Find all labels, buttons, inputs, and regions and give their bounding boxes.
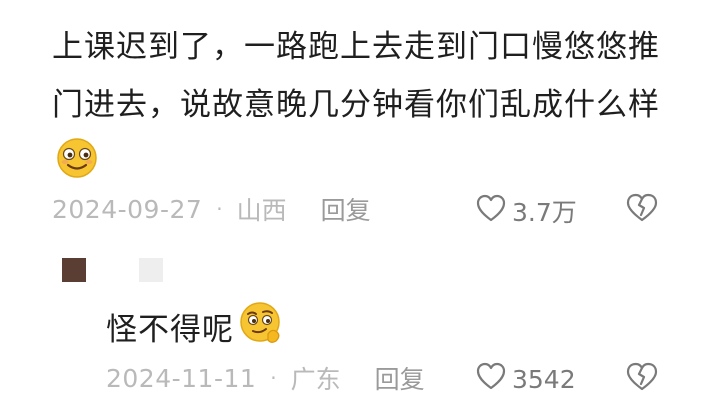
meta-separator: ·	[216, 197, 223, 221]
reply-text: 怪不得呢	[106, 312, 234, 348]
comment-location: 山西	[236, 196, 287, 225]
meta-separator: ·	[270, 366, 277, 390]
comment-thread: 上课迟到了，一路跑上去走到门口慢悠悠推门进去，说故意晚几分钟看你们乱成什么样 2…	[0, 0, 720, 405]
reply-like-count: 3542	[512, 364, 576, 394]
comment-date: 2024-09-27	[52, 194, 203, 224]
broken-heart-icon	[626, 193, 658, 229]
thinking-face-icon	[238, 300, 284, 360]
broken-heart-icon	[626, 362, 658, 398]
heart-icon	[476, 194, 506, 228]
comment-dislike-button[interactable]	[626, 193, 658, 229]
reply-meta: 2024-11-11 · 广东 回复 3542	[106, 358, 666, 398]
reply-username-placeholder	[139, 258, 163, 282]
reply-like-button[interactable]: 3542	[476, 362, 576, 396]
comment-body: 上课迟到了，一路跑上去走到门口慢悠悠推门进去，说故意晚几分钟看你们乱成什么样	[52, 18, 672, 198]
comment-reply-button[interactable]: 回复	[321, 191, 371, 227]
comment-like-count: 3.7万	[512, 198, 577, 227]
comment-text: 上课迟到了，一路跑上去走到门口慢悠悠推门进去，说故意晚几分钟看你们乱成什么样	[52, 29, 660, 123]
reply-date: 2024-11-11	[106, 363, 257, 393]
reply-reply-button[interactable]: 回复	[375, 360, 425, 396]
reply-avatar[interactable]	[62, 258, 86, 282]
reply-body: 怪不得呢	[106, 300, 284, 360]
heart-icon	[476, 362, 506, 396]
comment-meta: 2024-09-27 · 山西 回复 3.7万	[52, 189, 672, 229]
reply-dislike-button[interactable]	[626, 362, 658, 398]
reply-location: 广东	[290, 365, 341, 394]
comment-like-button[interactable]: 3.7万	[476, 193, 577, 229]
